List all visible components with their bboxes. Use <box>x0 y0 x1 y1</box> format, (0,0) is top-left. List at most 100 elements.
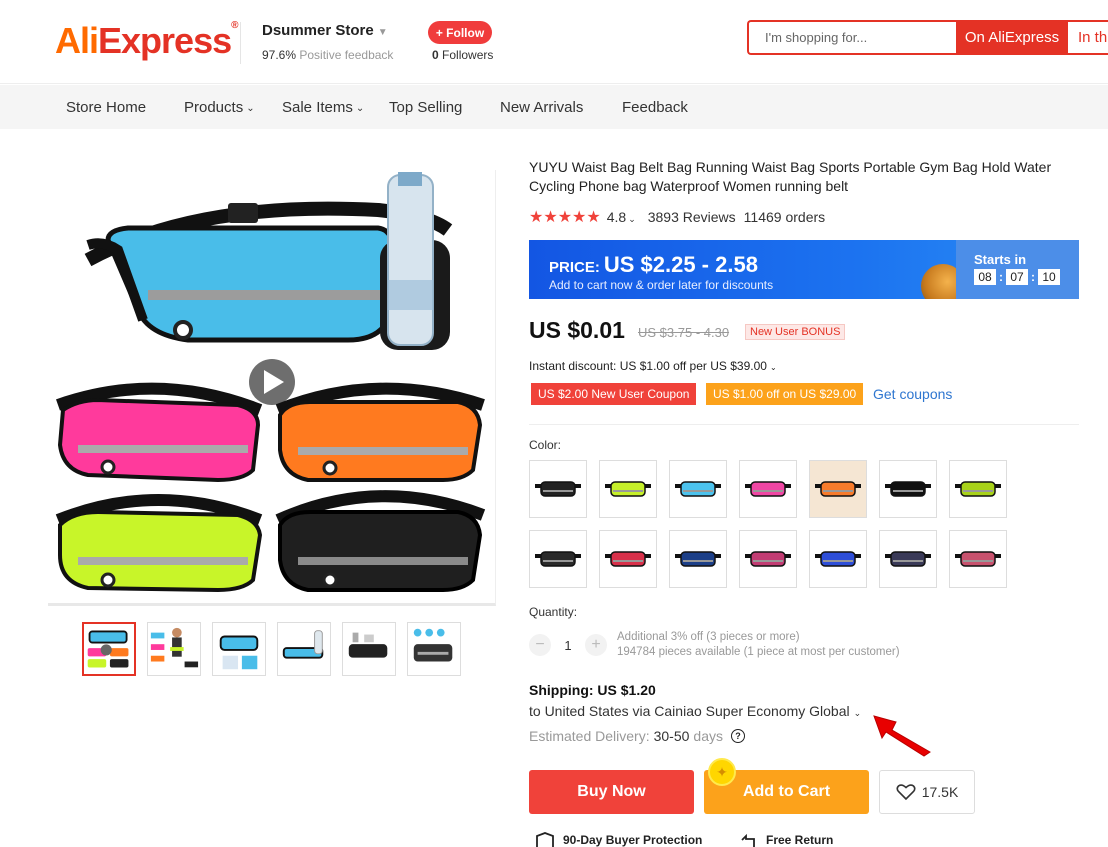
search-input[interactable]: I'm shopping for... <box>747 20 957 55</box>
buyer-protection-label: 90-Day Buyer Protection <box>563 833 703 847</box>
color-swatch[interactable] <box>739 530 797 588</box>
thumbnail[interactable] <box>342 622 396 676</box>
nav-store-home[interactable]: Store Home <box>66 99 146 116</box>
store-header: AliExpress® Dsummer Store ▼ 97.6% Positiv… <box>0 0 1108 84</box>
bag-swatch-image <box>815 481 861 497</box>
thumbnail-strip <box>82 622 461 676</box>
color-swatch[interactable] <box>599 460 657 518</box>
rating-value[interactable]: 4.8 ⌄ <box>607 209 636 225</box>
nav-sale-items[interactable]: Sale Items ⌄ <box>282 99 364 116</box>
countdown-separator: : <box>999 270 1003 284</box>
chevron-down-icon: ⌄ <box>246 103 255 114</box>
promo-price-banner: PRICE: US $2.25 - 2.58 Add to cart now & … <box>529 240 1079 299</box>
bag-swatch-image <box>955 481 1001 497</box>
color-swatch[interactable] <box>879 460 937 518</box>
follow-button[interactable]: + Follow <box>428 21 492 44</box>
countdown-timer: 08 : 07 : 10 <box>974 269 1079 285</box>
store-name-text: Dsummer Store <box>262 22 374 39</box>
reviews-link[interactable]: 3893 Reviews <box>648 209 736 225</box>
estimated-delivery: Estimated Delivery: 30-50 days ? <box>529 728 745 744</box>
wishlist-button[interactable]: 17.5K <box>879 770 975 814</box>
bag-thumbnail-image <box>87 630 129 668</box>
rating-row: ★★★★★ 4.8 ⌄ 3893 Reviews 11469 orders <box>529 207 825 227</box>
new-user-coupon[interactable]: US $2.00 New User Coupon <box>531 383 697 405</box>
shipping-price: Shipping: US $1.20 <box>529 682 656 698</box>
color-label: Color: <box>529 438 562 452</box>
instant-discount[interactable]: Instant discount: US $1.00 off per US $3… <box>529 359 777 373</box>
quantity-decrease-button[interactable]: − <box>529 634 551 656</box>
color-swatch[interactable] <box>669 530 727 588</box>
countdown-panel: Starts in 08 : 07 : 10 <box>956 240 1079 299</box>
feedback-percent: 97.6% <box>262 48 297 62</box>
nav-label: New Arrivals <box>500 99 584 116</box>
store-coupon[interactable]: US $1.00 off on US $29.00 <box>706 383 864 405</box>
bag-swatch-image <box>605 481 651 497</box>
waist-bag-illustration <box>55 172 486 593</box>
get-coupons-link[interactable]: Get coupons <box>873 386 952 402</box>
delivery-days-unit: days <box>693 728 723 744</box>
bag-swatch-image <box>605 551 651 567</box>
instant-discount-text: Instant discount: US $1.00 off per US $3… <box>529 359 767 373</box>
rating-number: 4.8 <box>606 209 627 225</box>
search-on-aliexpress-button[interactable]: On AliExpress <box>956 20 1068 55</box>
delivery-days-value: 30-50 <box>653 728 690 744</box>
red-arrow-annotation-icon <box>873 715 931 757</box>
model-thumbnail-image <box>150 627 199 668</box>
black-bag-thumbnail-image <box>348 632 388 658</box>
thumbnail[interactable] <box>82 622 136 676</box>
shield-icon <box>536 832 554 847</box>
bag-swatch-image <box>745 481 791 497</box>
chevron-down-icon: ⌄ <box>769 363 777 372</box>
color-swatch[interactable] <box>669 460 727 518</box>
banner-price-value: US $2.25 - 2.58 <box>603 252 758 277</box>
banner-price-label: PRICE: <box>549 259 600 276</box>
followers-number: 0 <box>432 48 439 62</box>
store-name[interactable]: Dsummer Store ▼ <box>262 22 388 39</box>
thumbnail[interactable] <box>407 622 461 676</box>
feedback-label: Positive feedback <box>299 48 394 62</box>
color-swatch[interactable] <box>739 460 797 518</box>
bag-swatch-image <box>885 481 931 497</box>
thumbnail[interactable] <box>277 622 331 676</box>
starts-in-label: Starts in <box>974 252 1027 267</box>
nav-products[interactable]: Products ⌄ <box>184 99 255 116</box>
quantity-stepper: − 1 + <box>529 634 607 656</box>
color-swatch[interactable] <box>879 530 937 588</box>
thumbnail[interactable] <box>147 622 201 676</box>
shipping-method-text: to United States via Cainiao Super Econo… <box>529 703 850 719</box>
color-swatch[interactable] <box>529 460 587 518</box>
quantity-value[interactable]: 1 <box>551 638 585 653</box>
countdown-separator: : <box>1031 270 1035 284</box>
store-nav: Store Home Products ⌄ Sale Items ⌄ Top Sel… <box>0 85 1108 129</box>
bag-swatch-image <box>535 481 581 497</box>
shipping-method[interactable]: to United States via Cainiao Super Econo… <box>529 703 861 719</box>
nav-new-arrivals[interactable]: New Arrivals <box>500 99 583 116</box>
quantity-discount-info: Additional 3% off (3 pieces or more) <box>617 631 800 643</box>
color-swatch[interactable] <box>529 530 587 588</box>
thumbnail[interactable] <box>212 622 266 676</box>
countdown-minutes: 07 <box>1006 269 1028 285</box>
free-return-label: Free Return <box>766 833 834 847</box>
nav-label: Sale Items <box>282 99 353 116</box>
color-swatch[interactable] <box>809 460 867 518</box>
color-swatch[interactable] <box>949 530 1007 588</box>
color-swatch[interactable] <box>809 530 867 588</box>
nav-label: Products <box>184 99 244 116</box>
followers-count: 0 Followers <box>432 48 493 62</box>
nav-feedback[interactable]: Feedback <box>622 99 688 116</box>
quantity-increase-button[interactable]: + <box>585 634 607 656</box>
buy-now-button[interactable]: Buy Now <box>529 770 694 814</box>
bottle-thumbnail-image <box>282 630 324 659</box>
color-swatch[interactable] <box>599 530 657 588</box>
chevron-down-icon: ▼ <box>377 27 388 38</box>
store-feedback: 97.6% Positive feedback <box>262 48 393 62</box>
help-icon[interactable]: ? <box>730 729 745 743</box>
color-swatch[interactable] <box>949 460 1007 518</box>
nav-label: Store Home <box>66 99 147 116</box>
search-in-store-button[interactable]: In th <box>1068 20 1108 55</box>
quantity-label: Quantity: <box>529 605 578 619</box>
nav-top-selling[interactable]: Top Selling <box>389 99 462 116</box>
new-user-bonus-badge: New User BONUS <box>745 324 846 340</box>
aliexpress-logo[interactable]: AliExpress® <box>55 20 239 62</box>
product-main-image[interactable] <box>48 170 496 606</box>
